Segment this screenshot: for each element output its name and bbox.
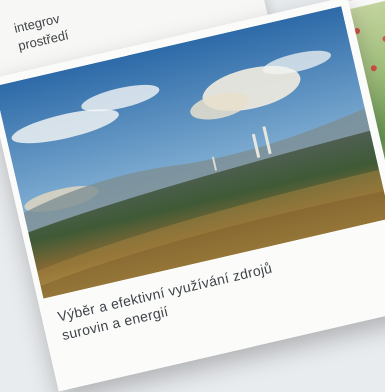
card-stack: integrov prostředí Výběr a efektivní vyu… <box>0 0 385 392</box>
